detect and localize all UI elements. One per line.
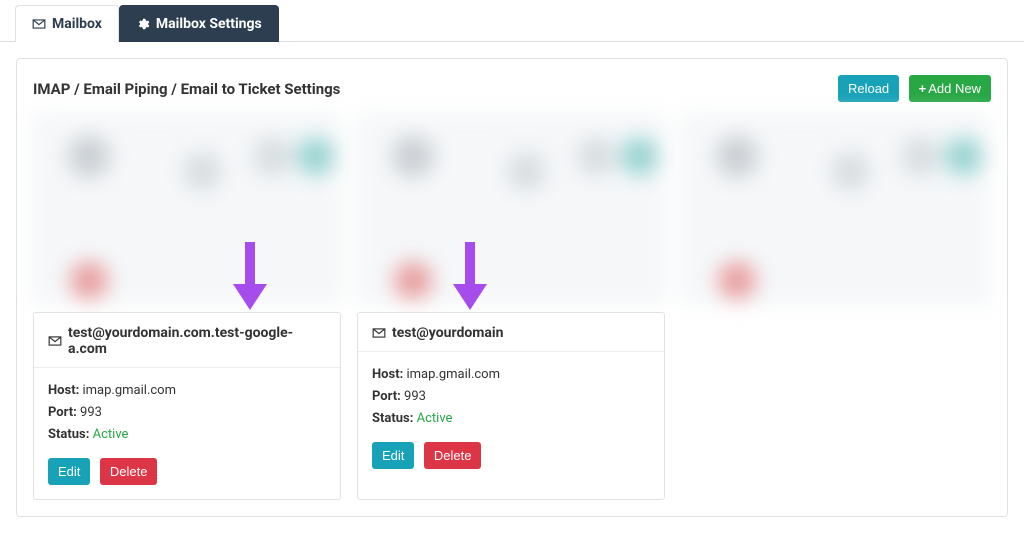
tab-settings-label: Mailbox Settings [156, 16, 262, 32]
tab-mailbox-settings[interactable]: Mailbox Settings [119, 5, 279, 42]
envelope-icon [48, 334, 62, 348]
mailbox-card: test@yourdomain Host: imap.gmail.com Por… [357, 312, 665, 500]
gear-icon [136, 17, 150, 31]
envelope-icon [372, 326, 386, 340]
status-label: Status: [372, 411, 413, 426]
status-value: Active [93, 427, 129, 442]
host-label: Host: [372, 367, 403, 382]
add-new-button[interactable]: +Add New [909, 75, 991, 102]
delete-button[interactable]: Delete [424, 442, 482, 469]
settings-panel: IMAP / Email Piping / Email to Ticket Se… [16, 58, 1008, 517]
mailbox-cards-row: test@yourdomain.com.test-google-a.com Ho… [33, 312, 991, 500]
edit-button[interactable]: Edit [48, 458, 90, 485]
tab-mailbox-label: Mailbox [52, 16, 102, 32]
status-value: Active [417, 411, 453, 426]
blurred-card [681, 114, 989, 304]
port-label: Port: [372, 389, 401, 404]
annotation-arrow-icon [453, 242, 487, 310]
reload-button[interactable]: Reload [838, 75, 899, 102]
port-value: 993 [404, 389, 426, 404]
host-value: imap.gmail.com [407, 367, 501, 382]
blurred-card [33, 114, 341, 304]
port-value: 993 [80, 405, 102, 420]
mailbox-email: test@yourdomain [392, 325, 503, 341]
tab-mailbox[interactable]: Mailbox [15, 5, 119, 42]
tab-bar: Mailbox Mailbox Settings [0, 0, 1024, 42]
port-label: Port: [48, 405, 77, 420]
host-value: imap.gmail.com [83, 383, 177, 398]
envelope-icon [32, 17, 46, 31]
plus-icon: + [919, 81, 927, 96]
panel-title: IMAP / Email Piping / Email to Ticket Se… [33, 80, 340, 98]
blurred-card [357, 114, 665, 304]
edit-button[interactable]: Edit [372, 442, 414, 469]
blurred-cards-row [33, 114, 991, 304]
delete-button[interactable]: Delete [100, 458, 158, 485]
annotation-arrow-icon [233, 242, 267, 310]
status-label: Status: [48, 427, 89, 442]
host-label: Host: [48, 383, 79, 398]
mailbox-email: test@yourdomain.com.test-google-a.com [68, 325, 326, 357]
mailbox-card: test@yourdomain.com.test-google-a.com Ho… [33, 312, 341, 500]
